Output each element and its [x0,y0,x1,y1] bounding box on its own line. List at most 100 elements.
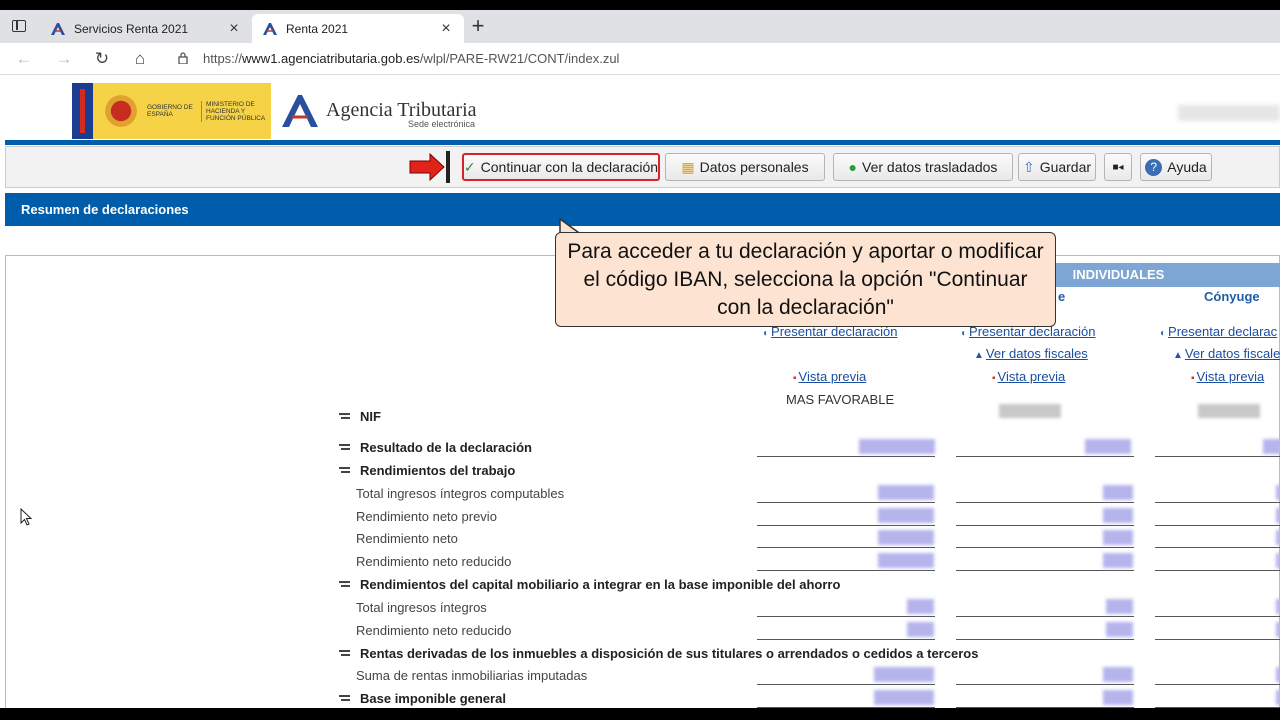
close-icon[interactable]: × [438,20,454,38]
save-button[interactable]: ⇧ Guardar [1018,153,1096,181]
value-redacted [1276,530,1280,545]
value-underline [956,570,1134,571]
value-underline [1155,456,1280,457]
fiscal-data-link[interactable]: ▲ Ver datos fiscales [974,346,1088,361]
checkmark-icon: ✓ [463,158,476,175]
instruction-tooltip: Para acceder a tu declaración y aportar … [555,232,1056,327]
value-redacted [1276,508,1280,523]
value-underline [956,502,1134,503]
help-button[interactable]: ? Ayuda [1140,153,1212,181]
tab-servicios-renta[interactable]: Servicios Renta 2021 × [40,14,252,43]
row-label-text: Rentas derivadas de los inmuebles a disp… [360,646,979,661]
tab-strip: Servicios Renta 2021 × Renta 2021 × + [0,10,1280,43]
collapse-icon[interactable] [339,695,350,701]
value-underline [757,684,935,685]
aeat-favicon-icon [51,22,65,35]
address-bar[interactable]: https://www1.agenciatributaria.gob.es/wl… [203,51,619,66]
coat-of-arms-icon [101,91,141,131]
row-label-text: Total ingresos íntegros [356,600,487,615]
row-label: Total ingresos íntegros [356,600,487,615]
value-redacted [1103,508,1133,523]
link-label: Ver datos fiscales [985,346,1088,361]
pdf-icon: ▪ [793,373,797,384]
gov-line2: MINISTERIO DE HACIENDA Y FUNCIÓN PÚBLICA [201,100,267,122]
value-underline [1155,547,1280,548]
globe-icon: ◐ [1160,328,1167,339]
save-label: Guardar [1039,159,1092,175]
preview-link[interactable]: ▪ Vista previa [1191,369,1264,384]
row-label-text: Suma de rentas inmobiliarias imputadas [356,668,588,683]
lock-icon[interactable] [178,52,188,64]
collapse-icon[interactable] [339,467,350,473]
forward-icon[interactable]: → [52,47,76,71]
value-underline [956,547,1134,548]
continue-label: Continuar con la declaración [480,159,659,175]
row-label-text: Rendimiento neto reducido [356,623,512,638]
header-rule [5,140,1280,145]
value-redacted [1103,485,1133,500]
close-icon[interactable]: × [226,20,242,38]
collapse-icon[interactable] [339,444,350,450]
collapse-icon[interactable] [339,581,350,587]
aeat-small-icon: ▲ [974,350,984,361]
link-label: Ver datos fiscale [1184,346,1280,361]
row-label: Rendimiento neto reducido [356,623,511,638]
column-label-conyuge: Cónyuge [1204,289,1260,304]
value-underline [956,684,1134,685]
video-button[interactable]: ■◂ [1104,153,1132,181]
value-redacted [1106,622,1133,637]
fiscal-data-link[interactable]: ▲ Ver datos fiscale [1173,346,1280,361]
tab-renta-2021[interactable]: Renta 2021 × [252,14,464,43]
value-underline [1155,616,1280,617]
eu-flag-icon [72,83,93,139]
section-header: Resumen de declaraciones [5,193,1280,226]
value-underline [956,525,1134,526]
agency-subtitle: Sede electrónica [408,119,476,129]
value-underline [956,456,1134,457]
value-redacted [878,485,934,500]
row-label: Rendimientos del capital mobiliario a in… [339,577,840,592]
row-label: Rendimiento neto previo [356,509,497,524]
value-redacted [907,622,934,637]
present-declaration-link[interactable]: ◐ Presentar declarac [1160,324,1277,339]
row-label: Suma de rentas inmobiliarias imputadas [356,668,587,683]
aeat-favicon-icon [263,22,277,35]
globe-icon: ◐ [961,328,968,339]
continue-declaration-button[interactable]: ✓ Continuar con la declaración [462,153,660,181]
save-icon: ⇧ [1022,158,1035,175]
value-redacted [1106,599,1133,614]
aeat-logo-icon[interactable] [280,93,320,129]
collapse-icon[interactable] [339,413,350,419]
gobierno-logo[interactable]: GOBIERNO DE ESPAÑA MINISTERIO DE HACIEND… [72,83,271,139]
transferred-data-button[interactable]: ● Ver datos trasladados [833,153,1013,181]
value-underline [757,639,935,640]
value-redacted [1276,599,1280,614]
globe-icon: ◐ [763,328,770,339]
transferred-label: Ver datos trasladados [862,159,998,175]
preview-link[interactable]: ▪ Vista previa [793,369,866,384]
value-underline [757,525,935,526]
toolbar: ✓ Continuar con la declaración ▦ Datos p… [5,146,1280,188]
video-camera-icon: ■◂ [1112,161,1124,173]
section-title: Resumen de declaraciones [21,202,189,217]
value-underline [1155,570,1280,571]
row-label-text: Rendimientos del trabajo [360,463,516,478]
gov-line1: GOBIERNO DE ESPAÑA [147,104,193,118]
people-icon: ▦ [681,158,695,175]
tab-actions-icon[interactable] [12,20,26,32]
value-redacted [1103,690,1133,705]
reload-icon[interactable]: ↻ [90,47,114,71]
row-label-text: Rendimientos del capital mobiliario a in… [360,577,841,592]
row-label: Resultado de la declaración [339,440,532,455]
back-icon[interactable]: ← [12,47,36,71]
row-label: Rendimientos del trabajo [339,463,515,478]
row-label: Rendimiento neto reducido [356,554,511,569]
new-tab-icon[interactable]: + [466,15,490,39]
preview-link[interactable]: ▪ Vista previa [992,369,1065,384]
personal-label: Datos personales [699,159,809,175]
personal-data-button[interactable]: ▦ Datos personales [665,153,825,181]
value-redacted [1103,667,1133,682]
link-label: Presentar declarac [1168,324,1278,339]
collapse-icon[interactable] [339,650,350,656]
home-icon[interactable]: ⌂ [128,47,152,71]
